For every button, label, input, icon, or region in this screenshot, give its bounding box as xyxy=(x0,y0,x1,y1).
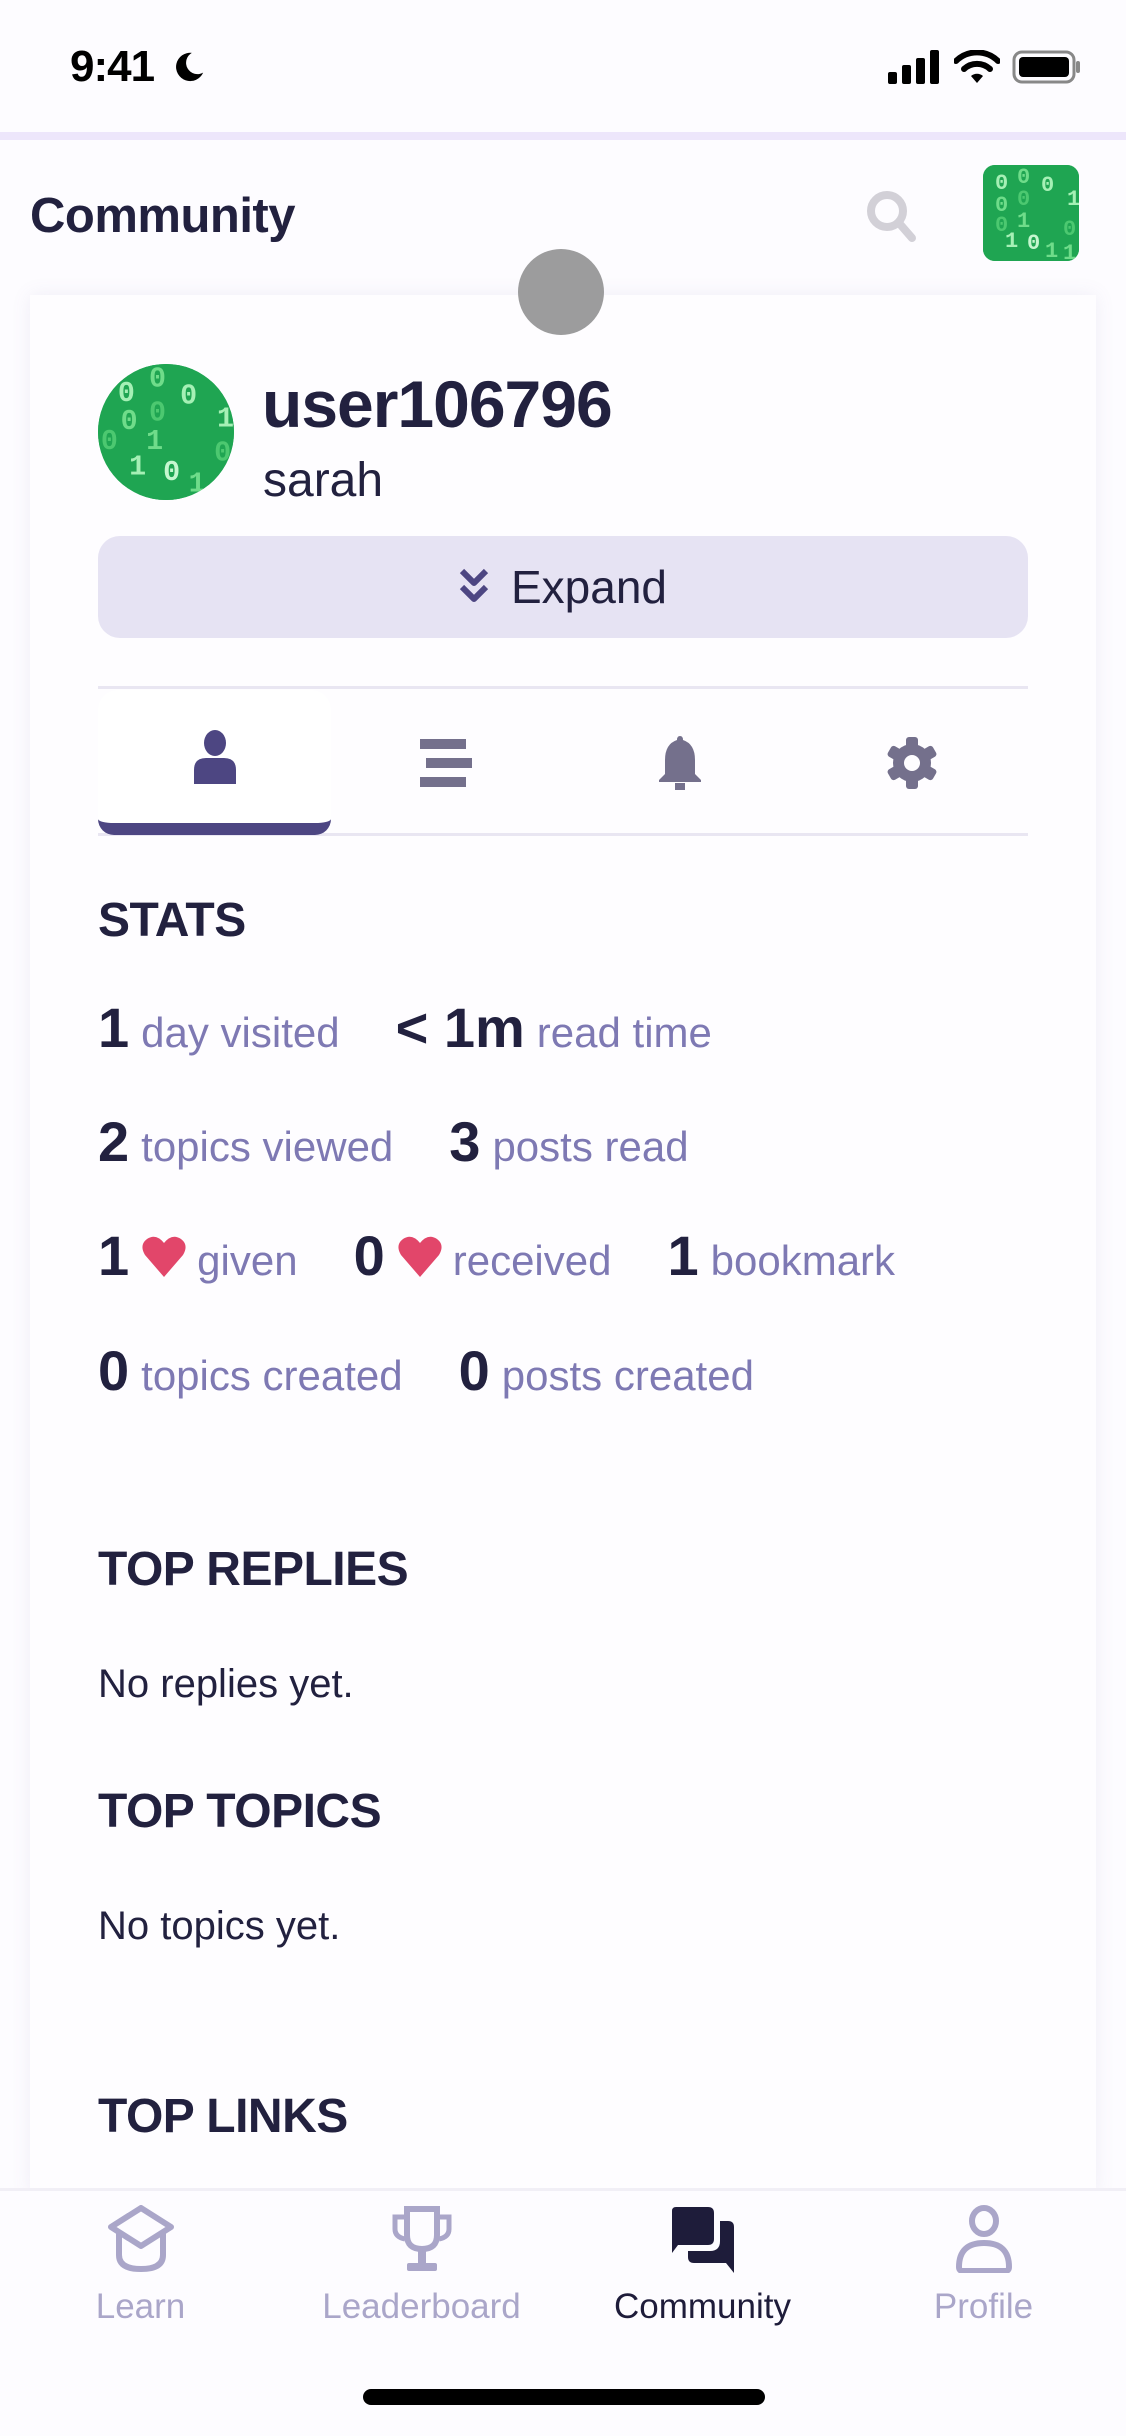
tab-summary[interactable] xyxy=(98,690,331,835)
tab-activity[interactable] xyxy=(329,690,562,835)
user-icon xyxy=(193,729,236,784)
home-indicator[interactable] xyxy=(363,2389,765,2405)
top-topics-title: TOP TOPICS xyxy=(98,1785,382,1838)
stats-title: STATS xyxy=(98,894,246,947)
svg-text:1: 1 xyxy=(1045,239,1058,261)
bell-icon xyxy=(658,735,701,790)
stats-row: 2 topics viewed 3 posts read xyxy=(98,1109,745,1174)
signal-icon xyxy=(888,50,939,84)
touch-indicator xyxy=(518,249,604,335)
stat-posts-read: 3 posts read xyxy=(449,1109,688,1174)
stat-label: bookmark xyxy=(710,1237,896,1284)
nav-profile[interactable]: Profile xyxy=(843,2205,1124,2327)
stat-value: 0 xyxy=(458,1339,490,1402)
stream-icon xyxy=(419,738,472,787)
svg-text:0: 0 xyxy=(1041,173,1054,198)
nav-learn[interactable]: Learn xyxy=(0,2205,281,2327)
nav-label: Learn xyxy=(95,2287,186,2326)
top-replies-empty: No replies yet. xyxy=(98,1662,354,1706)
wifi-icon xyxy=(954,50,1000,83)
header-divider xyxy=(0,132,1126,140)
stat-likes-given: 1 given xyxy=(98,1223,298,1288)
stat-label: given xyxy=(197,1237,298,1284)
svg-text:0: 0 xyxy=(163,456,180,489)
tab-preferences[interactable] xyxy=(795,690,1028,835)
top-topics-empty: No topics yet. xyxy=(98,1904,341,1948)
display-name: sarah xyxy=(263,454,384,507)
svg-text:0: 0 xyxy=(149,364,166,396)
moon-icon xyxy=(176,52,204,82)
stat-label: posts read xyxy=(492,1123,689,1170)
stat-value: 1 xyxy=(98,996,130,1059)
app-screen: 9:41 Community 0001 0 0 0 1 0 1 0 1 1 0 … xyxy=(0,0,1126,2436)
profile-avatar[interactable]: 0001 00 010 101 xyxy=(98,364,234,500)
stat-value: < 1m xyxy=(395,996,525,1059)
trophy-icon xyxy=(392,2206,451,2271)
stat-read-time: < 1m read time xyxy=(396,995,712,1060)
nav-label: Leaderboard xyxy=(322,2287,521,2326)
header-avatar[interactable]: 0001 00 010 1011 xyxy=(983,165,1079,261)
username: user106796 xyxy=(262,367,613,441)
tabs-divider-top xyxy=(98,686,1028,689)
heart-icon xyxy=(398,1236,442,1277)
svg-text:0: 0 xyxy=(101,425,118,458)
stats-row: 0 topics created 0 posts created xyxy=(98,1338,810,1403)
top-replies-title: TOP REPLIES xyxy=(98,1543,409,1596)
stat-value: 0 xyxy=(353,1224,385,1287)
stat-label: day visited xyxy=(141,1009,340,1056)
person-icon xyxy=(955,2205,1012,2273)
gear-icon xyxy=(887,736,936,789)
expand-button[interactable]: Expand xyxy=(98,536,1028,638)
graduation-cap-icon xyxy=(107,2205,174,2273)
chat-bubbles-icon xyxy=(671,2207,734,2273)
expand-label: Expand xyxy=(510,561,667,613)
stats-row: 1 day visited < 1m read time xyxy=(98,995,768,1060)
top-links-title: TOP LINKS xyxy=(98,2090,348,2143)
stat-label: topics created xyxy=(141,1352,403,1399)
stat-bookmarks: 1 bookmark xyxy=(667,1223,895,1288)
svg-text:0: 0 xyxy=(121,405,138,438)
tab-notifications[interactable] xyxy=(563,690,796,835)
svg-text:0: 0 xyxy=(1063,217,1076,242)
svg-text:1: 1 xyxy=(146,425,163,458)
stat-label: topics viewed xyxy=(141,1123,394,1170)
binary-code-avatar-image: 0 001 00 010 101 xyxy=(98,364,234,500)
nav-community[interactable]: Community xyxy=(562,2205,843,2327)
stat-label: read time xyxy=(536,1009,712,1056)
svg-text:1: 1 xyxy=(1067,187,1079,212)
stat-value: 3 xyxy=(449,1110,481,1173)
stat-topics-viewed: 2 topics viewed xyxy=(98,1109,393,1174)
page-title: Community xyxy=(30,189,296,243)
stat-topics-created: 0 topics created xyxy=(98,1338,403,1403)
svg-text:1: 1 xyxy=(1063,241,1076,261)
stat-value: 0 xyxy=(98,1339,130,1402)
stat-posts-created: 0 posts created xyxy=(459,1338,754,1403)
stat-value: 1 xyxy=(667,1224,699,1287)
heart-icon xyxy=(142,1236,186,1277)
svg-text:0: 0 xyxy=(1027,231,1040,256)
svg-text:1: 1 xyxy=(1005,229,1018,254)
svg-text:0: 0 xyxy=(180,380,197,413)
status-time: 9:41 xyxy=(70,42,155,91)
double-chevron-down-icon xyxy=(459,568,489,602)
nav-label: Profile xyxy=(933,2287,1034,2326)
stat-likes-received: 0 received xyxy=(354,1223,612,1288)
battery-icon xyxy=(1012,50,1080,84)
stats-row: 1 given 0 received 1 bookmark xyxy=(98,1223,951,1288)
binary-code-avatar-image: 0 0 01 00 010 1011 xyxy=(983,165,1079,261)
stat-value: 2 xyxy=(98,1110,130,1173)
stat-days-visited: 1 day visited xyxy=(98,995,340,1060)
search-icon[interactable] xyxy=(862,186,922,246)
stat-label: received xyxy=(452,1237,612,1284)
stat-value: 1 xyxy=(98,1224,130,1287)
svg-text:1: 1 xyxy=(129,451,146,484)
nav-label: Community xyxy=(614,2287,791,2326)
stat-label: posts created xyxy=(501,1352,754,1399)
nav-leaderboard[interactable]: Leaderboard xyxy=(281,2205,562,2327)
status-icons xyxy=(888,50,1082,84)
